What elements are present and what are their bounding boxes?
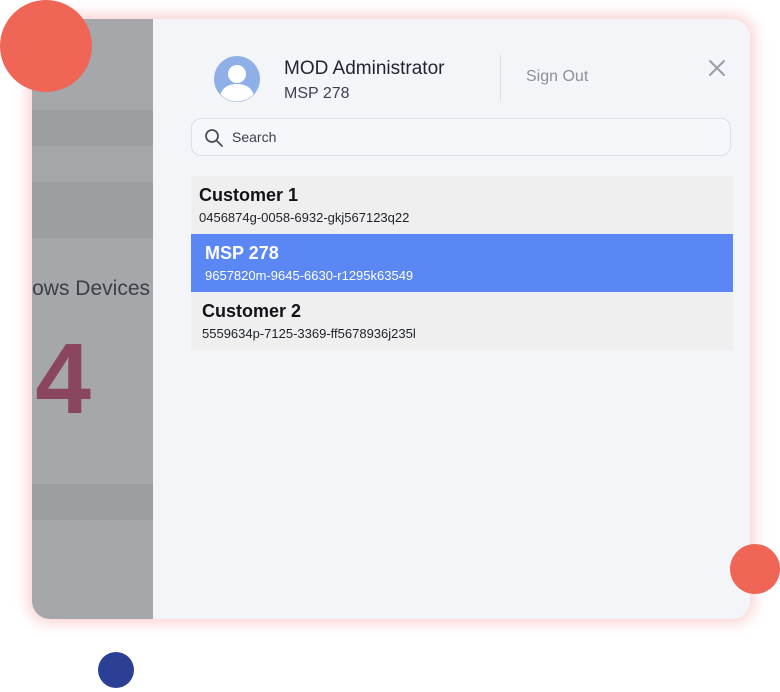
user-organization: MSP 278 xyxy=(284,85,350,102)
customer-item-selected[interactable]: MSP 278 9657820m-9645-6630-r1295k63549 xyxy=(191,234,733,292)
customer-name: Customer 1 xyxy=(199,185,299,205)
customer-id: 9657820m-9645-6630-r1295k63549 xyxy=(205,267,414,283)
customer-id: 0456874g-0058-6932-gkj567123q22 xyxy=(199,209,410,225)
background-row xyxy=(32,110,153,146)
customer-list: Customer 1 0456874g-0058-6932-gkj567123q… xyxy=(191,176,733,350)
customer-item[interactable]: Customer 1 0456874g-0058-6932-gkj567123q… xyxy=(191,176,733,234)
background-devices-count: 4 xyxy=(35,323,91,435)
user-name: MOD Administrator xyxy=(284,58,445,79)
account-switcher-window: ows Devices 4 MOD Administrator MSP 278 … xyxy=(32,19,750,619)
search-input[interactable] xyxy=(232,119,722,155)
customer-item[interactable]: Customer 2 5559634p-7125-3369-ff5678936j… xyxy=(191,292,733,350)
header-divider xyxy=(500,55,501,101)
search-box xyxy=(191,118,731,156)
close-icon xyxy=(709,60,725,76)
background-row xyxy=(32,182,153,238)
account-panel: MOD Administrator MSP 278 Sign Out Custo… xyxy=(153,19,750,619)
customer-id: 5559634p-7125-3369-ff5678936j235l xyxy=(202,325,416,341)
customer-name: Customer 2 xyxy=(202,301,302,321)
background-devices-label: ows Devices xyxy=(32,277,150,300)
decorative-circle xyxy=(0,0,92,92)
decorative-circle xyxy=(730,544,780,594)
sign-out-link[interactable]: Sign Out xyxy=(526,68,588,86)
background-row xyxy=(32,484,153,520)
customer-name: MSP 278 xyxy=(205,243,279,263)
decorative-circle xyxy=(98,652,134,688)
close-button[interactable] xyxy=(706,57,728,79)
search-icon xyxy=(205,129,223,147)
background-dashboard: ows Devices 4 xyxy=(32,19,153,619)
user-avatar-icon xyxy=(213,55,261,103)
